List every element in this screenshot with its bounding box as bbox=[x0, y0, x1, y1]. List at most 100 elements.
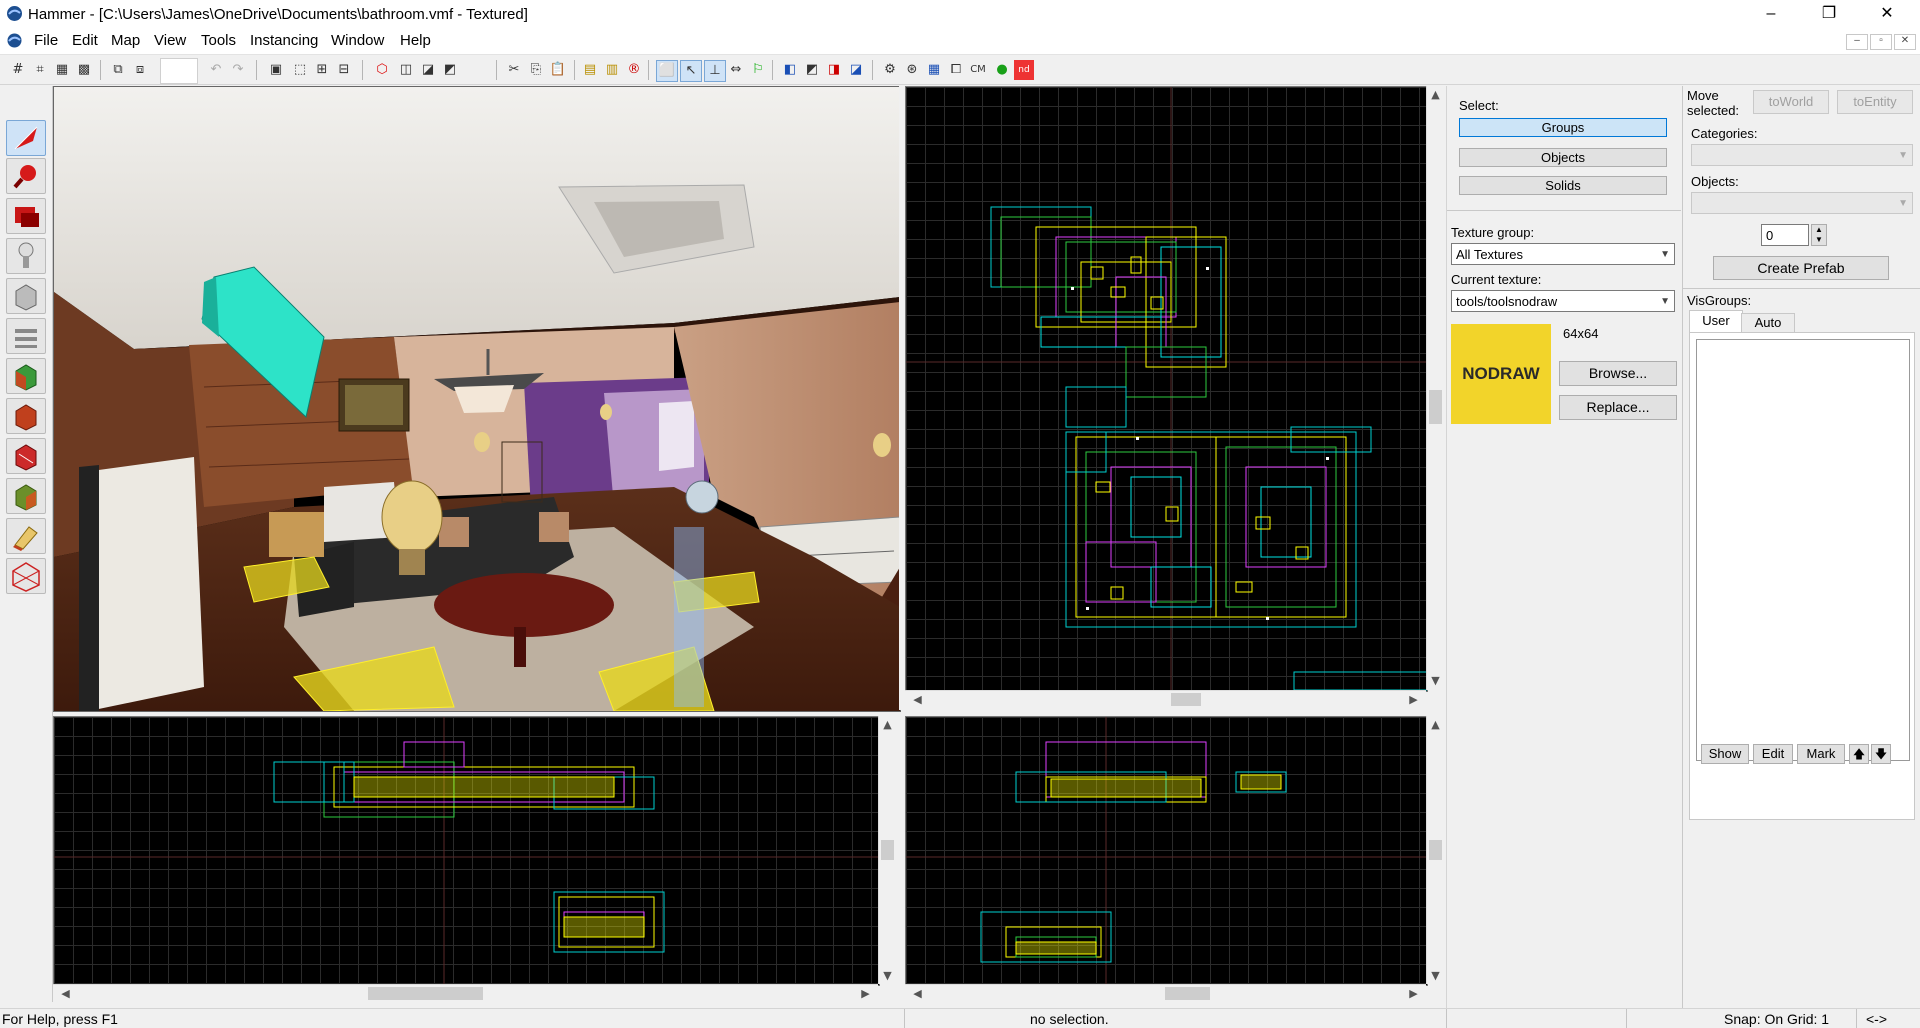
replace-button[interactable]: Replace... bbox=[1559, 395, 1677, 420]
browse-button[interactable]: Browse... bbox=[1559, 361, 1677, 386]
side-view-viewport[interactable] bbox=[905, 716, 1428, 986]
select-box-icon[interactable]: ⬜ bbox=[656, 60, 678, 82]
path-tool-icon[interactable] bbox=[6, 558, 46, 594]
texture-group-select[interactable]: All Textures ▼ bbox=[1451, 243, 1675, 265]
entity-tool-icon[interactable] bbox=[6, 238, 46, 274]
grid-3d-icon[interactable]: ⌗ bbox=[30, 60, 50, 80]
move-up-arrow-icon[interactable]: 🡅 bbox=[1849, 744, 1869, 764]
snap-handles-icon[interactable]: ⊥ bbox=[704, 60, 726, 82]
minimize-button[interactable]: – bbox=[1748, 0, 1794, 28]
scroll-down-icon[interactable]: ▼ bbox=[1427, 967, 1444, 984]
objects-select[interactable]: ▼ bbox=[1691, 192, 1913, 214]
ungroup-icon[interactable]: ⧈ bbox=[130, 60, 150, 80]
scroll-thumb[interactable] bbox=[881, 840, 894, 860]
spin-buttons[interactable]: ▲ ▼ bbox=[1811, 224, 1827, 246]
select-pointer-icon[interactable]: ↖ bbox=[680, 60, 702, 82]
compile-icon[interactable]: ⚙ bbox=[880, 60, 900, 80]
front-view-viewport[interactable] bbox=[53, 716, 880, 986]
hide-selected-icon[interactable]: ◫ bbox=[396, 60, 416, 80]
select-objects-button[interactable]: Objects bbox=[1459, 148, 1667, 167]
spin-up-icon[interactable]: ▲ bbox=[1812, 225, 1826, 235]
move-to-world-icon[interactable]: ⊟ bbox=[334, 60, 354, 80]
menu-tools[interactable]: Tools bbox=[201, 32, 236, 49]
vertex-tool-icon[interactable] bbox=[6, 518, 46, 554]
select-groups-button[interactable]: Groups bbox=[1459, 118, 1667, 137]
camera-tool-icon[interactable] bbox=[6, 198, 46, 234]
scroll-left-icon[interactable]: ◀ bbox=[57, 985, 74, 1002]
mdi-minimize-button[interactable]: – bbox=[1846, 34, 1868, 50]
grid-larger-icon[interactable]: ▩ bbox=[74, 60, 94, 80]
scroll-thumb[interactable] bbox=[368, 987, 483, 1000]
select-solids-button[interactable]: Solids bbox=[1459, 176, 1667, 195]
side-view-vscrollbar[interactable]: ▲ ▼ bbox=[1426, 716, 1444, 984]
clip-tool-icon[interactable] bbox=[6, 478, 46, 514]
view-lightmap-icon[interactable]: ◪ bbox=[846, 60, 866, 80]
prefab-count-input[interactable]: 0 bbox=[1761, 224, 1809, 246]
camera-viewport[interactable] bbox=[53, 86, 901, 712]
spin-down-icon[interactable]: ▼ bbox=[1812, 235, 1826, 245]
maximize-button[interactable]: ❐ bbox=[1806, 0, 1852, 28]
scroll-left-icon[interactable]: ◀ bbox=[909, 985, 926, 1002]
menu-map[interactable]: Map bbox=[111, 32, 140, 49]
grid-smaller-icon[interactable]: ▦ bbox=[52, 60, 72, 80]
mdi-restore-button[interactable]: ▫ bbox=[1870, 34, 1892, 50]
to-entity-button[interactable]: toEntity bbox=[1837, 90, 1913, 114]
scroll-down-icon[interactable]: ▼ bbox=[879, 967, 896, 984]
tie-to-entity-icon[interactable]: ⊞ bbox=[312, 60, 332, 80]
scroll-down-icon[interactable]: ▼ bbox=[1427, 672, 1444, 689]
menu-help[interactable]: Help bbox=[400, 32, 431, 49]
undo-icon[interactable]: ↶ bbox=[206, 60, 226, 80]
tab-user[interactable]: User bbox=[1689, 310, 1743, 333]
scroll-thumb[interactable] bbox=[1429, 840, 1442, 860]
texture-scale-lock-icon[interactable]: ▥ bbox=[602, 60, 622, 80]
radius-culling-icon[interactable]: ® bbox=[624, 60, 644, 80]
texture-lock-icon[interactable]: ⬡ bbox=[372, 60, 392, 80]
cubemap-button[interactable]: CM bbox=[966, 60, 990, 80]
helper-icon[interactable]: ⇔ bbox=[726, 60, 746, 80]
categories-select[interactable]: ▼ bbox=[1691, 144, 1913, 166]
scroll-thumb[interactable] bbox=[1165, 987, 1210, 1000]
view-textured-icon[interactable]: ◨ bbox=[824, 60, 844, 80]
cordon-icon[interactable]: ⚐ bbox=[748, 60, 768, 80]
menu-file[interactable]: File bbox=[34, 32, 58, 49]
hollow-icon[interactable]: ⬚ bbox=[290, 60, 310, 80]
menu-instancing[interactable]: Instancing bbox=[250, 32, 318, 49]
scroll-thumb[interactable] bbox=[1429, 390, 1442, 424]
scroll-left-icon[interactable]: ◀ bbox=[909, 691, 926, 708]
scroll-right-icon[interactable]: ▶ bbox=[1405, 985, 1422, 1002]
menu-edit[interactable]: Edit bbox=[72, 32, 98, 49]
scroll-up-icon[interactable]: ▲ bbox=[1427, 716, 1444, 733]
run-map-icon[interactable]: ⊛ bbox=[902, 60, 922, 80]
scroll-thumb[interactable] bbox=[1171, 693, 1201, 706]
visgroup-edit-button[interactable]: Edit bbox=[1753, 744, 1793, 764]
visgroup-mark-button[interactable]: Mark bbox=[1797, 744, 1845, 764]
viewport-splitter[interactable] bbox=[899, 86, 904, 710]
top-view-vscrollbar[interactable]: ▲ ▼ bbox=[1426, 86, 1444, 690]
paste-icon[interactable]: 📋 bbox=[548, 60, 568, 80]
group-icon[interactable]: ⧉ bbox=[108, 60, 128, 80]
hide-unselected-icon[interactable]: ◪ bbox=[418, 60, 438, 80]
visgroups-tree[interactable] bbox=[1696, 339, 1910, 761]
top-view-hscrollbar[interactable]: ◀ ▶ bbox=[905, 690, 1426, 708]
visgroup-show-button[interactable]: Show bbox=[1701, 744, 1749, 764]
front-view-hscrollbar[interactable]: ◀ ▶ bbox=[53, 984, 878, 1002]
overlay-tool-icon[interactable] bbox=[6, 438, 46, 474]
grid-toggle-icon[interactable]: # bbox=[8, 60, 28, 80]
move-down-arrow-icon[interactable]: 🡇 bbox=[1871, 744, 1891, 764]
scroll-right-icon[interactable]: ▶ bbox=[857, 985, 874, 1002]
scroll-up-icon[interactable]: ▲ bbox=[1427, 86, 1444, 103]
copy-icon[interactable]: ⎘ bbox=[526, 60, 546, 80]
selection-tool-icon[interactable] bbox=[6, 120, 46, 156]
carve-icon[interactable]: ▣ bbox=[266, 60, 286, 80]
view-flat-icon[interactable]: ◩ bbox=[802, 60, 822, 80]
toggle-models-icon[interactable]: ● bbox=[992, 60, 1012, 80]
view-wireframe-icon[interactable]: ◧ bbox=[780, 60, 800, 80]
decal-tool-icon[interactable] bbox=[6, 398, 46, 434]
nodraw-toggle-icon[interactable]: nd bbox=[1014, 60, 1034, 80]
create-prefab-button[interactable]: Create Prefab bbox=[1713, 256, 1889, 280]
entity-report-icon[interactable]: ▦ bbox=[924, 60, 944, 80]
apply-texture-tool-icon[interactable] bbox=[6, 358, 46, 394]
texture-app-tool-icon[interactable] bbox=[6, 318, 46, 354]
top-view-viewport[interactable] bbox=[905, 86, 1428, 692]
current-texture-select[interactable]: tools/toolsnodraw ▼ bbox=[1451, 290, 1675, 312]
